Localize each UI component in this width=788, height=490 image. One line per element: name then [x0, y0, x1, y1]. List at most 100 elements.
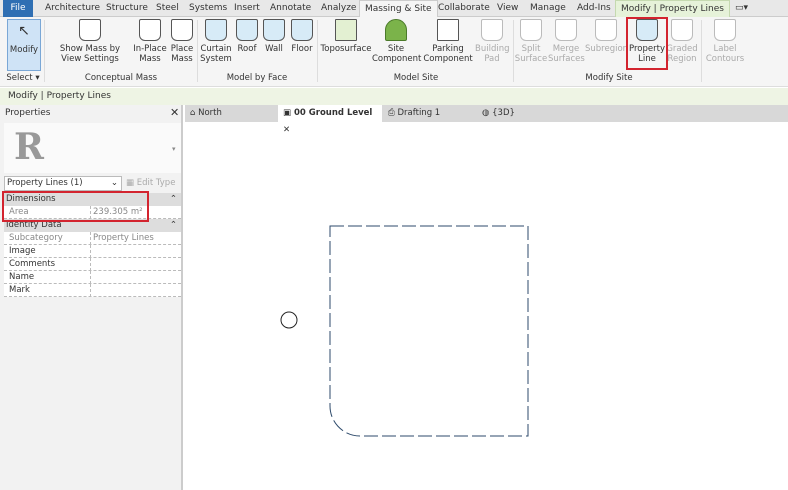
- panel-model-site: Model Site: [393, 73, 439, 83]
- in-place-mass-icon: [139, 19, 161, 41]
- ribbon-options-icon[interactable]: ▭▾: [730, 0, 753, 17]
- label-contours-button[interactable]: Label Contours: [704, 19, 746, 64]
- property-name: Name: [9, 272, 35, 282]
- property-row[interactable]: Image: [4, 245, 181, 258]
- close-icon[interactable]: ✕: [170, 106, 179, 119]
- chevron-down-icon[interactable]: ▾: [172, 145, 176, 153]
- type-selector[interactable]: Property Lines (1) ⌄: [4, 176, 122, 191]
- tab-massing-site[interactable]: Massing & Site: [359, 0, 438, 17]
- divider: [701, 20, 702, 82]
- tab-architecture[interactable]: Architecture: [40, 0, 105, 17]
- tab-annotate[interactable]: Annotate: [265, 0, 316, 17]
- view-tab-ground-level[interactable]: ▣ 00 Ground Level ✕: [278, 105, 382, 135]
- button-label: In-Place Mass: [133, 44, 167, 64]
- curtain-system-icon: [205, 19, 227, 41]
- property-name: Comments: [9, 259, 56, 269]
- button-label: Graded Region: [666, 44, 698, 64]
- edit-type-button[interactable]: ▦ Edit Type: [126, 176, 175, 191]
- property-value[interactable]: [90, 271, 174, 284]
- tab-view[interactable]: View: [492, 0, 523, 17]
- button-label: Floor: [291, 44, 313, 54]
- mass-icon: [79, 19, 101, 41]
- view-tab-3d[interactable]: ◍ {3D}: [477, 105, 557, 122]
- parking-icon: [437, 19, 459, 41]
- view-tab-bar: ⌂ North ▣ 00 Ground Level ✕ ⎙ Drafting 1…: [185, 105, 788, 135]
- tab-steel[interactable]: Steel: [151, 0, 184, 17]
- panel-conceptual-mass: Conceptual Mass: [84, 73, 158, 83]
- drawing-canvas[interactable]: [185, 122, 788, 490]
- modify-button[interactable]: ↖ Modify: [7, 19, 41, 71]
- collapse-icon: ⌃: [169, 194, 177, 204]
- button-label: Parking Component: [423, 44, 473, 64]
- tab-file[interactable]: File: [3, 0, 33, 17]
- show-mass-button[interactable]: Show Mass by View Settings: [56, 19, 124, 64]
- context-bar: Modify | Property Lines: [0, 88, 788, 105]
- merge-surfaces-button[interactable]: Merge Surfaces: [548, 19, 585, 64]
- merge-surfaces-icon: [555, 19, 577, 41]
- tab-collaborate[interactable]: Collaborate: [433, 0, 495, 17]
- tab-insert[interactable]: Insert: [229, 0, 265, 17]
- button-label: Label Contours: [705, 44, 745, 64]
- roof-button[interactable]: Roof: [234, 19, 260, 54]
- property-name: Mark: [9, 285, 30, 295]
- floor-icon: [291, 19, 313, 41]
- button-label: Building Pad: [475, 44, 510, 64]
- type-preview: R ▾: [4, 123, 181, 173]
- curtain-system-button[interactable]: Curtain System: [199, 19, 233, 64]
- property-line-highlight: [626, 17, 668, 70]
- split-surface-icon: [520, 19, 542, 41]
- split-surface-button[interactable]: Split Surface: [514, 19, 548, 64]
- view-tab-label: {3D}: [492, 108, 515, 118]
- place-mass-button[interactable]: Place Mass: [168, 19, 196, 64]
- tree-icon: [385, 19, 407, 41]
- label-contours-icon: [714, 19, 736, 41]
- button-label: Subregion: [585, 44, 629, 54]
- subregion-button[interactable]: Subregion: [585, 19, 629, 54]
- toposurface-button[interactable]: Toposurface: [320, 19, 372, 54]
- collapse-icon: ⌃: [169, 220, 177, 230]
- property-row[interactable]: Subcategory Property Lines: [4, 232, 181, 245]
- building-pad-icon: [481, 19, 503, 41]
- panel-modify-site: Modify Site: [585, 73, 633, 83]
- view-tab-label: 00 Ground Level: [294, 108, 373, 118]
- view-tab-drafting[interactable]: ⎙ Drafting 1: [383, 105, 475, 122]
- button-label: Toposurface: [320, 44, 372, 54]
- view-tab-label: Drafting 1: [397, 108, 441, 118]
- property-row[interactable]: Name: [4, 271, 181, 284]
- properties-panel: Properties ✕ R ▾ Property Lines (1) ⌄ ▦ E…: [0, 105, 183, 490]
- edit-type-label: Edit Type: [136, 178, 176, 188]
- panel-select[interactable]: Select ▾: [2, 73, 44, 83]
- view-tab-north[interactable]: ⌂ North: [185, 105, 277, 122]
- tab-analyze[interactable]: Analyze: [316, 0, 361, 17]
- revit-logo-icon: R: [14, 126, 44, 168]
- divider: [317, 20, 318, 82]
- property-row[interactable]: Mark: [4, 284, 181, 297]
- tab-modify-property-lines[interactable]: Modify | Property Lines: [615, 0, 730, 17]
- property-value: Property Lines: [90, 232, 174, 245]
- button-label: Wall: [265, 44, 283, 54]
- parking-component-button[interactable]: Parking Component: [422, 19, 474, 64]
- property-line-boundary[interactable]: [329, 225, 529, 437]
- tab-add-ins[interactable]: Add-Ins: [572, 0, 616, 17]
- property-name: Image: [9, 246, 36, 256]
- wall-button[interactable]: Wall: [261, 19, 287, 54]
- button-label: Merge Surfaces: [548, 44, 585, 64]
- divider: [513, 20, 514, 82]
- cursor-icon: ↖: [18, 23, 30, 39]
- site-component-button[interactable]: Site Component: [372, 19, 421, 64]
- divider: [44, 20, 45, 82]
- property-value[interactable]: [90, 258, 174, 271]
- graded-region-icon: [671, 19, 693, 41]
- property-row[interactable]: Comments: [4, 258, 181, 271]
- building-pad-button[interactable]: Building Pad: [475, 19, 509, 64]
- floor-button[interactable]: Floor: [288, 19, 316, 54]
- tab-structure[interactable]: Structure: [101, 0, 153, 17]
- graded-region-button[interactable]: Graded Region: [666, 19, 698, 64]
- property-value[interactable]: [90, 284, 174, 297]
- in-place-mass-button[interactable]: In-Place Mass: [132, 19, 168, 64]
- tab-manage[interactable]: Manage: [525, 0, 571, 17]
- roof-icon: [236, 19, 258, 41]
- elevation-marker-icon[interactable]: [280, 311, 298, 329]
- tab-systems[interactable]: Systems: [184, 0, 232, 17]
- property-value[interactable]: [90, 245, 174, 258]
